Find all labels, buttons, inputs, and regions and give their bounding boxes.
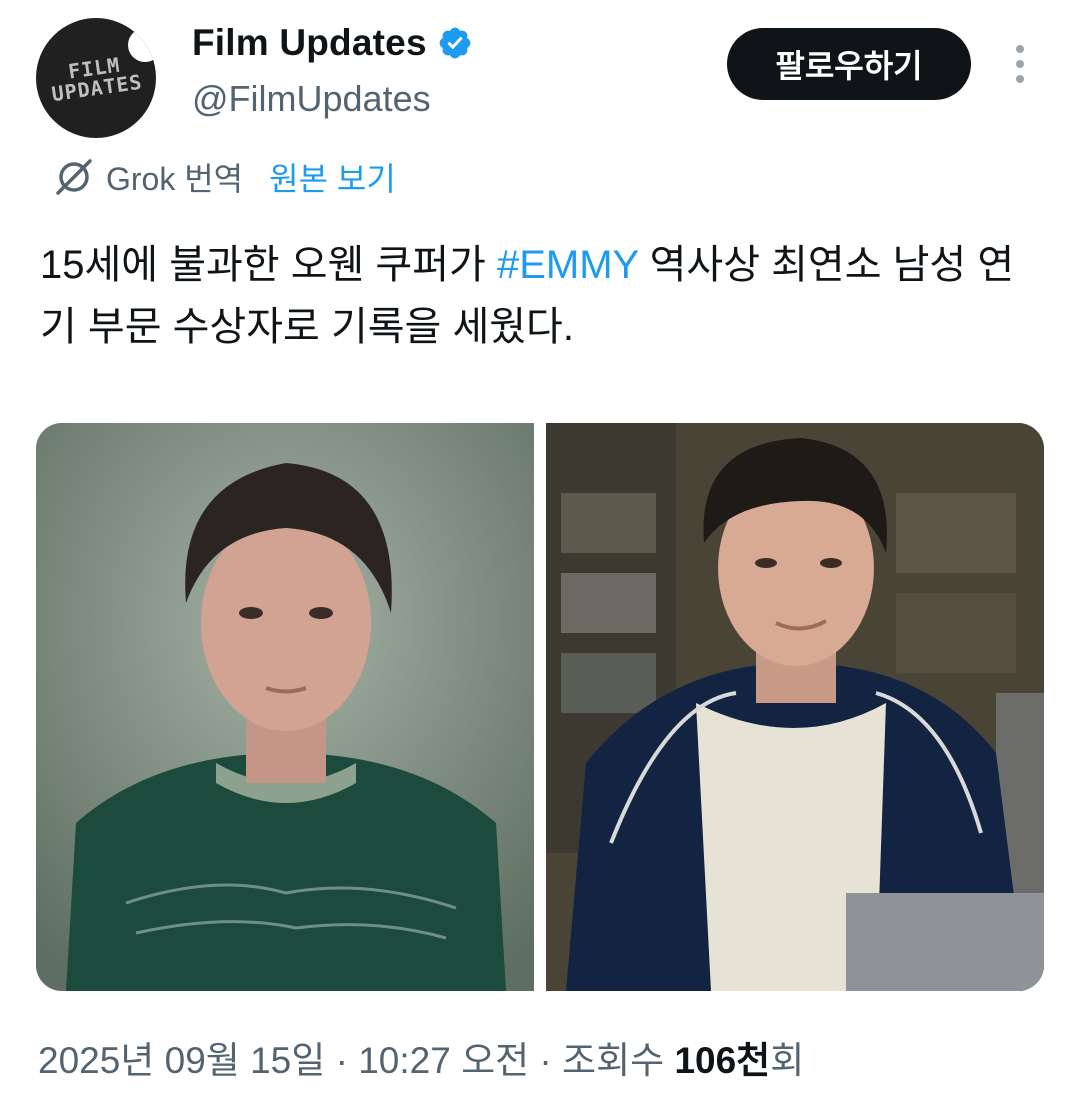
translation-label: Grok 번역 <box>106 161 244 197</box>
views-count: 106천 <box>674 1040 771 1081</box>
media-grid <box>36 423 1044 991</box>
views-label: 조회수 <box>562 1040 675 1081</box>
hashtag-link[interactable]: #EMMY <box>497 243 639 287</box>
grok-icon <box>56 159 92 195</box>
photo-teen-green-shirt[interactable] <box>36 423 534 991</box>
show-original-link[interactable]: 원본 보기 <box>269 154 396 200</box>
tweet-time[interactable]: 10:27 오전 <box>358 1040 529 1081</box>
avatar[interactable]: FILM UPDATES <box>36 18 156 138</box>
avatar-logo-text: FILM UPDATES <box>50 52 145 107</box>
display-name[interactable]: Film Updates <box>192 22 427 64</box>
tweet-text-part: 15세에 불과한 오웬 쿠퍼가 <box>40 243 497 287</box>
tweet-meta: 2025년 09월 15일 · 10:27 오전 · 조회수 106천회 <box>38 1030 804 1084</box>
author-name-row[interactable]: Film Updates <box>192 22 473 64</box>
tweet-text: 15세에 불과한 오웬 쿠퍼가 #EMMY 역사상 최연소 남성 연기 부문 수… <box>40 234 1040 358</box>
more-options-icon[interactable] <box>1004 40 1036 88</box>
photo-teen-tracksuit-jacket[interactable] <box>546 423 1044 991</box>
tweet-date[interactable]: 2025년 09월 15일 <box>38 1040 325 1081</box>
meta-separator: · <box>325 1040 359 1081</box>
photo-teen-tracksuit-jacket-image <box>546 423 1044 991</box>
photo-teen-green-shirt-image <box>36 423 534 991</box>
meta-separator: · <box>529 1040 563 1081</box>
views-suffix: 회 <box>770 1040 805 1081</box>
author-handle[interactable]: @FilmUpdates <box>192 78 431 120</box>
translation-bar: Grok 번역 원본 보기 <box>52 154 396 200</box>
follow-button[interactable]: 팔로우하기 <box>727 28 971 100</box>
verified-badge-icon <box>439 27 471 59</box>
